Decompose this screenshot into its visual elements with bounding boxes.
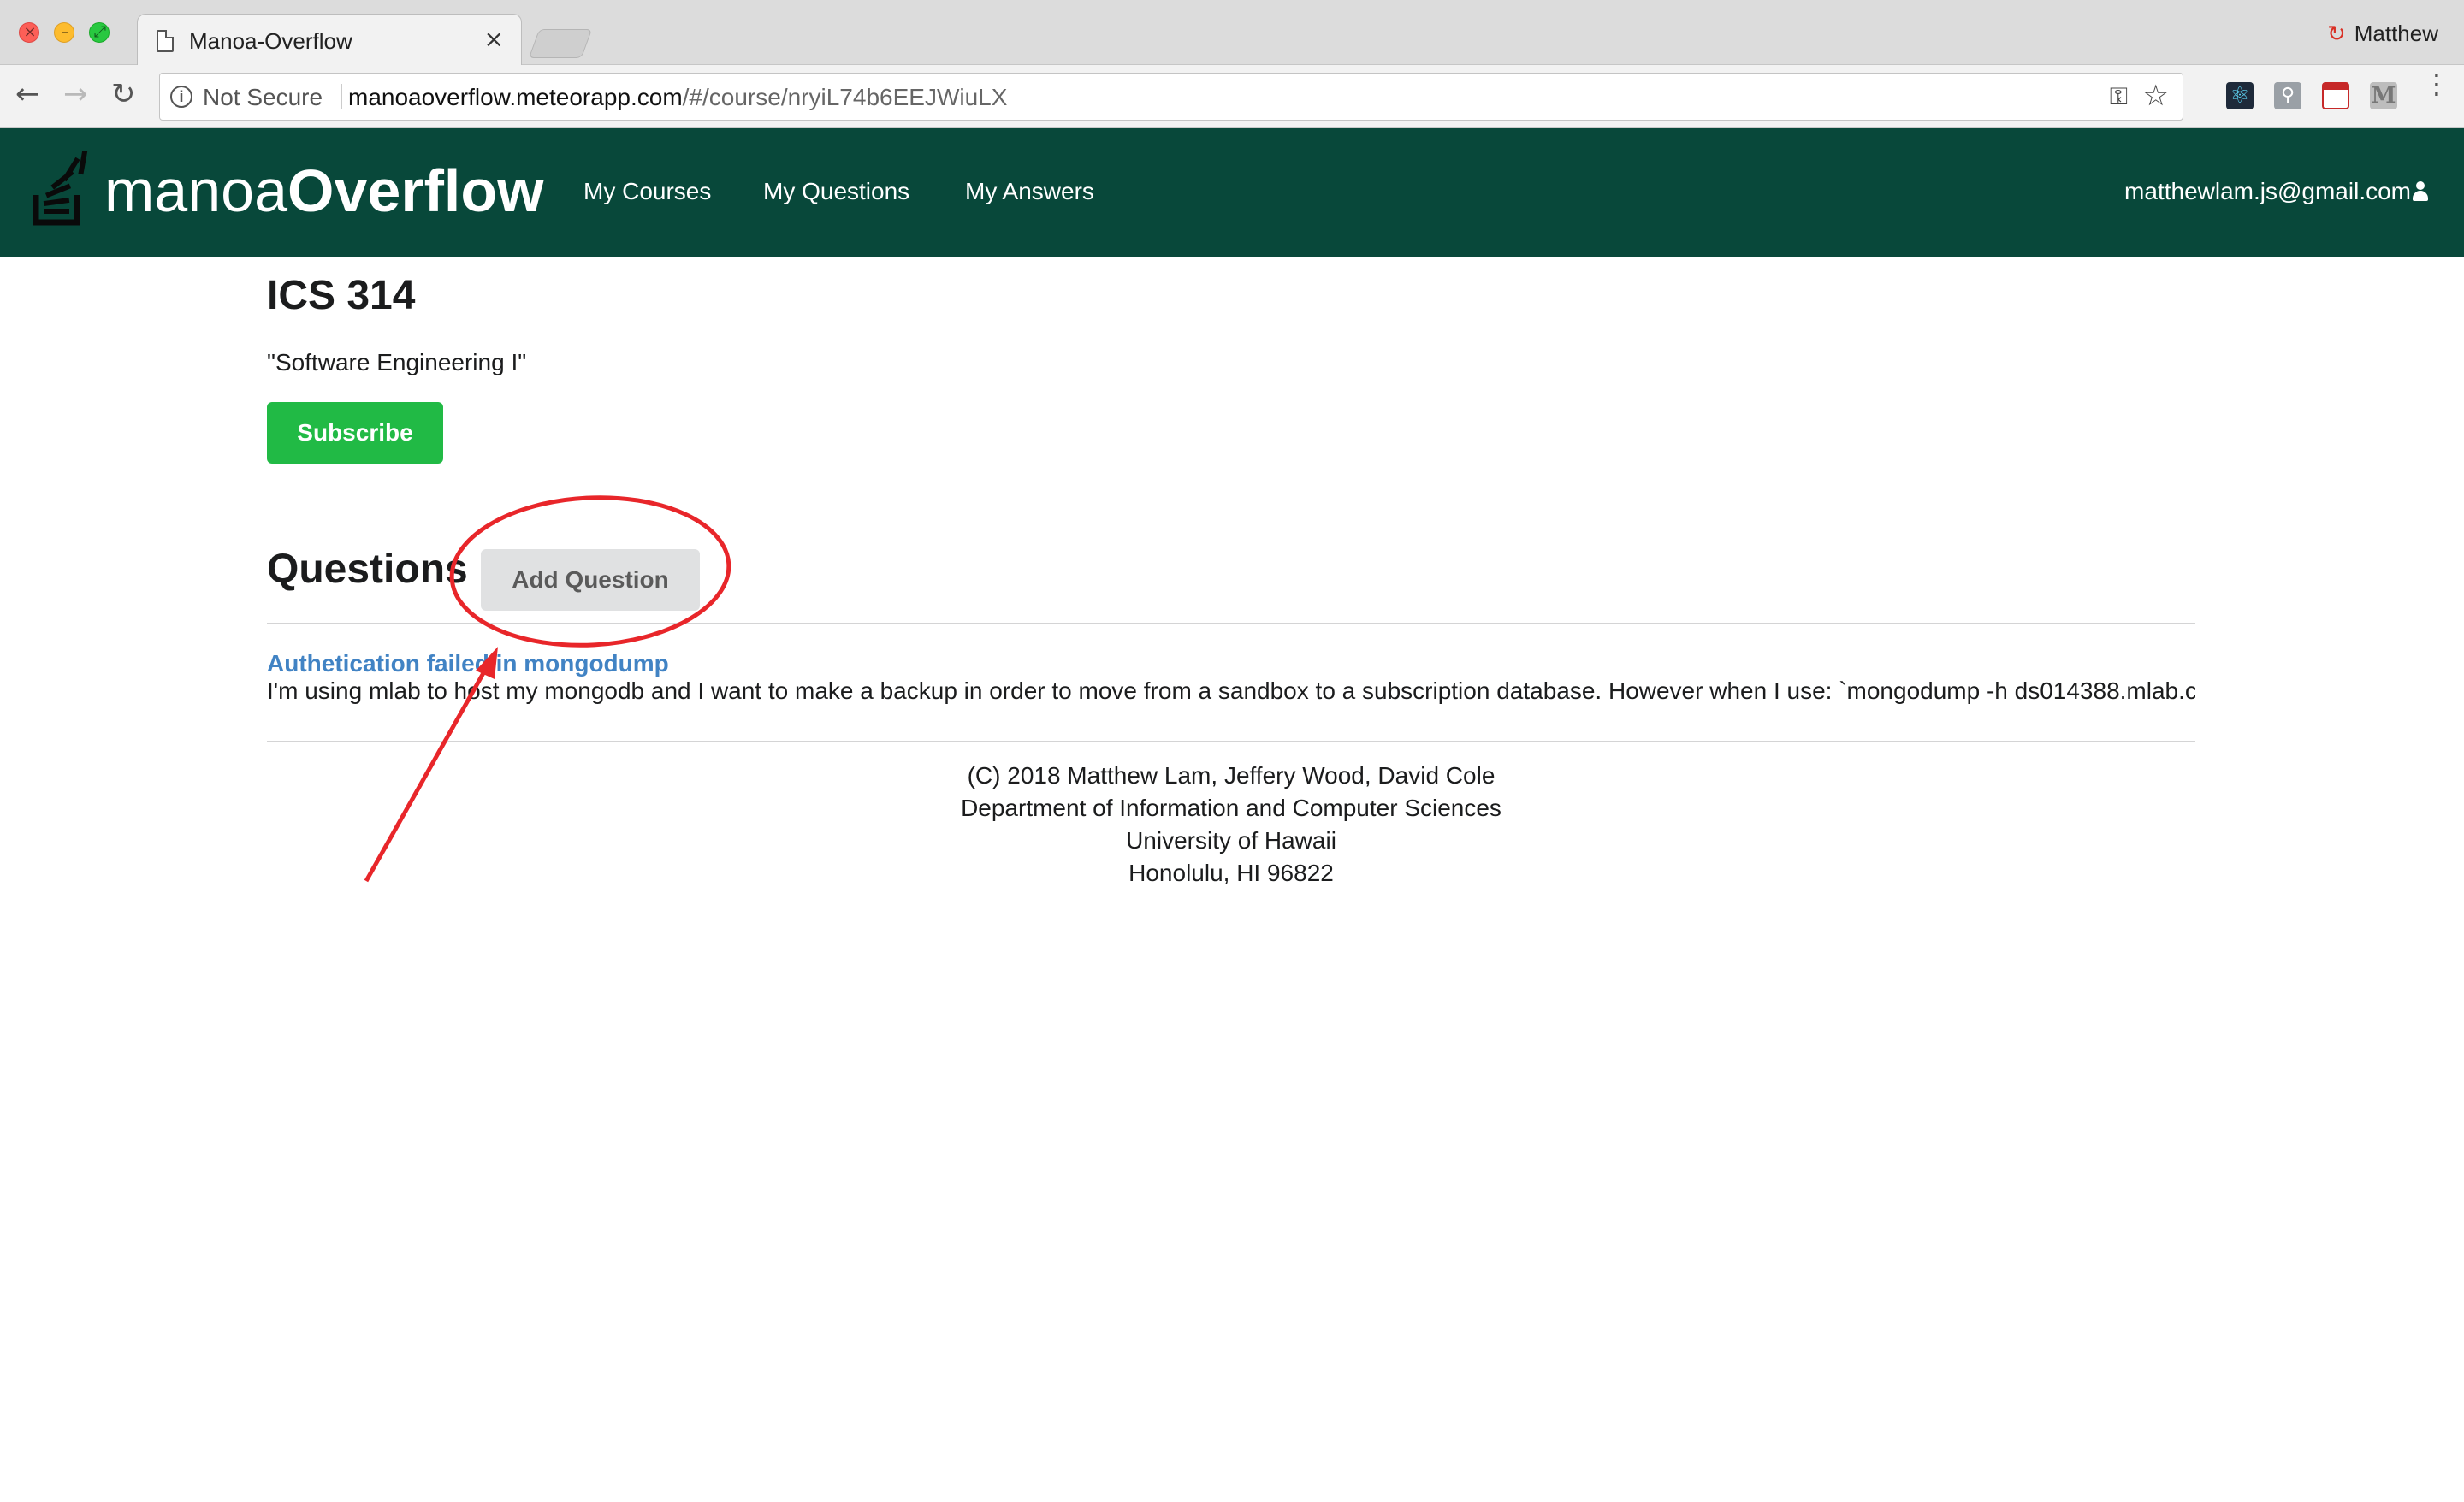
minimize-window-button[interactable]: –	[54, 22, 74, 43]
fullscreen-window-button[interactable]: ⤢	[89, 22, 110, 43]
url-separator	[341, 84, 342, 109]
footer-address: Honolulu, HI 96822	[1128, 860, 1334, 886]
user-icon[interactable]	[2413, 181, 2428, 202]
nav-my-questions[interactable]: My Questions	[763, 178, 909, 205]
browser-toolbar: ← → ↻ i Not Secure manoaoverflow.meteora…	[0, 65, 2464, 128]
add-question-button[interactable]: Add Question	[481, 549, 700, 611]
questions-heading: Questions	[267, 547, 468, 592]
brand-bold: Overflow	[287, 157, 544, 224]
divider	[267, 741, 2195, 742]
react-devtools-icon[interactable]: ⚛	[2226, 82, 2254, 109]
close-window-button[interactable]: ×	[19, 22, 39, 43]
security-label[interactable]: Not Secure	[203, 84, 323, 111]
nav-my-courses[interactable]: My Courses	[583, 178, 711, 205]
brand-light: manoa	[104, 157, 288, 224]
minimize-icon: –	[61, 23, 69, 41]
close-icon: ×	[23, 23, 37, 41]
brand-logo[interactable]: manoaOverflow	[104, 161, 544, 221]
footer-department: Department of Information and Computer S…	[961, 795, 1502, 821]
course-title: ICS 314	[267, 273, 416, 318]
address-bar[interactable]: i Not Secure manoaoverflow.meteorapp.com…	[159, 73, 2183, 121]
question-snippet: I'm using mlab to host my mongodb and I …	[267, 677, 2195, 704]
profile-name: Matthew	[2354, 21, 2438, 46]
stack-overflow-logo-icon[interactable]	[33, 151, 91, 226]
calendar-icon[interactable]	[2322, 82, 2349, 109]
sync-error-icon: ↻	[2326, 21, 2346, 47]
info-icon[interactable]: i	[170, 86, 192, 108]
site-navbar: manoaOverflow My Courses My Questions My…	[0, 128, 2464, 257]
back-button[interactable]: ←	[15, 77, 40, 111]
reload-button[interactable]: ↻	[111, 77, 136, 111]
footer-copyright: (C) 2018 Matthew Lam, Jeffery Wood, Davi…	[967, 762, 1496, 789]
tab-title: Manoa-Overflow	[189, 28, 352, 54]
nav-my-answers[interactable]: My Answers	[965, 178, 1094, 205]
divider	[267, 623, 2195, 624]
footer-university: University of Hawaii	[1126, 827, 1336, 854]
footer: (C) 2018 Matthew Lam, Jeffery Wood, Davi…	[267, 760, 2195, 890]
browser-titlebar: × – ⤢ Manoa-Overflow × ↻ Matthew	[0, 0, 2464, 66]
url-path: /#/course/nryiL74b6EEJWiuLX	[682, 84, 1008, 110]
key-icon[interactable]: ⚿	[2110, 82, 2128, 111]
subscribe-button[interactable]: Subscribe	[267, 402, 443, 464]
fullscreen-icon: ⤢	[93, 23, 107, 41]
new-tab-button[interactable]	[528, 29, 593, 58]
browser-tab[interactable]: Manoa-Overflow ×	[137, 14, 522, 66]
url-host: manoaoverflow.meteorapp.com	[348, 84, 683, 110]
question-title-link[interactable]: Authetication failed in mongodump	[267, 650, 669, 677]
more-vertical-icon[interactable]: ⋮	[2423, 70, 2450, 98]
tab-close-icon[interactable]: ×	[484, 25, 504, 53]
extension-icon[interactable]: ⚲	[2274, 82, 2301, 109]
profile-button[interactable]: ↻ Matthew	[2327, 21, 2438, 47]
url-text[interactable]: manoaoverflow.meteorapp.com/#/course/nry…	[348, 84, 1007, 111]
document-icon	[157, 30, 174, 52]
forward-button[interactable]: →	[63, 77, 88, 111]
course-name: "Software Engineering I"	[267, 349, 527, 376]
star-icon[interactable]: ☆	[2143, 79, 2169, 113]
medium-icon[interactable]: M	[2370, 82, 2397, 109]
user-menu[interactable]: matthewlam.js@gmail.com	[2124, 178, 2411, 205]
